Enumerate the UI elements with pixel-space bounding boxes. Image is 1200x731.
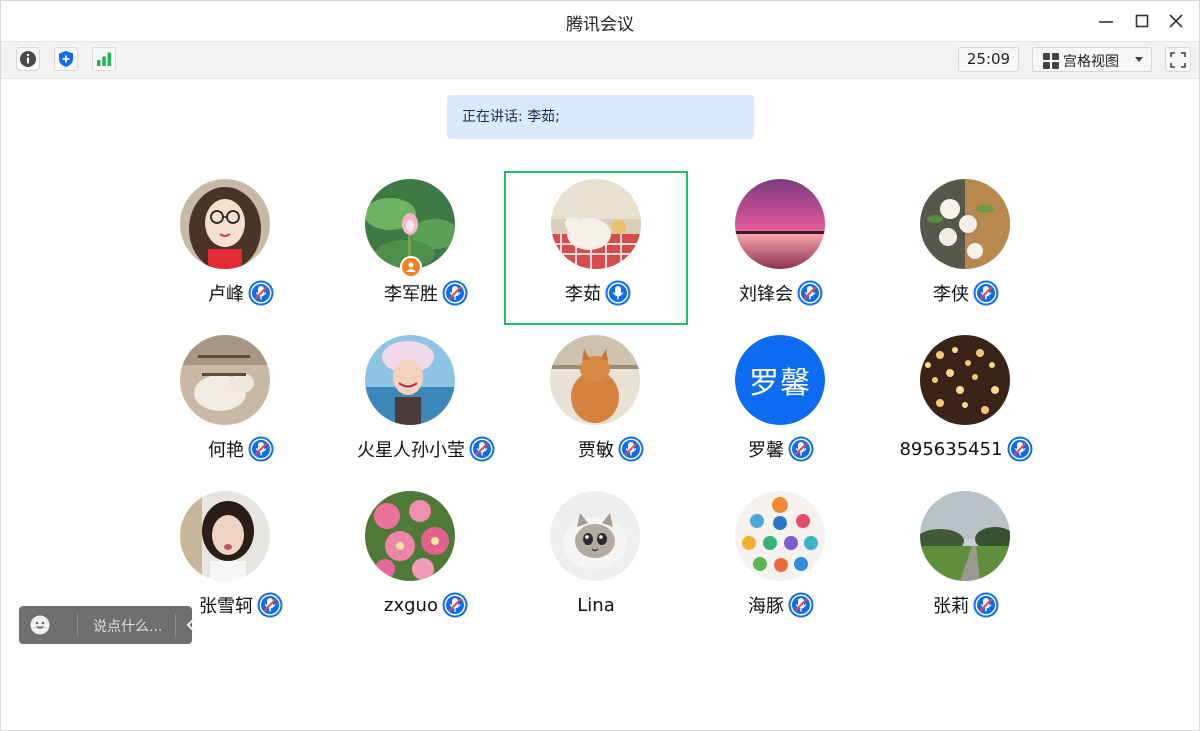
participant-tile[interactable]: 刘锋会 xyxy=(689,171,873,325)
participant-name: 张莉 xyxy=(933,596,969,617)
participant-name: 海豚 xyxy=(748,596,784,617)
mic-muted-icon[interactable] xyxy=(973,280,999,306)
info-icon xyxy=(20,51,36,67)
participant-name: 贾敏 xyxy=(578,440,614,461)
participant-tile[interactable]: 贾敏 xyxy=(519,327,703,481)
participant-name: 895635451 xyxy=(899,438,1003,460)
chat-input[interactable]: 说点什么... xyxy=(93,616,162,636)
participant-tile[interactable]: 罗馨 罗馨 xyxy=(689,327,873,481)
participant-tile[interactable]: zxguo xyxy=(334,483,518,637)
network-status-button[interactable] xyxy=(92,47,116,71)
mic-muted-icon[interactable] xyxy=(973,592,999,618)
mic-muted-icon[interactable] xyxy=(442,592,468,618)
mic-muted-icon[interactable] xyxy=(248,280,274,306)
mic-muted-icon[interactable] xyxy=(788,436,814,462)
participant-tile-speaking[interactable]: 李茹 xyxy=(504,171,688,325)
meeting-info-button[interactable] xyxy=(16,47,40,71)
avatar xyxy=(180,491,270,581)
participant-name: 李军胜 xyxy=(384,284,438,305)
speaking-indicator: 正在讲话: 李茹; xyxy=(447,95,754,139)
close-icon xyxy=(1169,14,1183,28)
window-title: 腾讯会议 xyxy=(566,15,634,35)
meeting-window: 腾讯会议 25:09 宫格视图 正在讲话: 李茹; 卢峰 李军胜 李茹 刘锋会 … xyxy=(0,0,1200,731)
security-button[interactable] xyxy=(54,47,78,71)
meeting-toolbar: 25:09 宫格视图 xyxy=(1,41,1199,79)
avatar xyxy=(735,491,825,581)
participant-tile[interactable]: 张莉 xyxy=(874,483,1058,637)
avatar xyxy=(735,179,825,269)
mic-muted-icon[interactable] xyxy=(442,280,468,306)
participant-tile[interactable]: 李军胜 xyxy=(334,171,518,325)
avatar xyxy=(551,179,641,269)
participant-name: 李茹 xyxy=(565,284,601,305)
shield-plus-icon xyxy=(59,51,73,67)
fullscreen-button[interactable] xyxy=(1165,47,1191,72)
emoji-icon[interactable] xyxy=(30,615,50,635)
view-mode-dropdown[interactable]: 宫格视图 xyxy=(1032,47,1152,72)
avatar xyxy=(550,335,640,425)
participant-tile[interactable]: 李侠 xyxy=(874,171,1058,325)
fullscreen-icon xyxy=(1170,51,1186,68)
divider xyxy=(77,614,78,636)
avatar xyxy=(920,179,1010,269)
minimize-button[interactable] xyxy=(1094,9,1118,33)
mic-muted-icon[interactable] xyxy=(788,592,814,618)
avatar xyxy=(550,491,640,581)
participant-name: 何艳 xyxy=(208,440,244,461)
participant-name: 火星人孙小莹 xyxy=(357,440,465,461)
maximize-button[interactable] xyxy=(1130,9,1154,33)
mic-muted-icon[interactable] xyxy=(797,280,823,306)
mic-muted-icon[interactable] xyxy=(248,436,274,462)
signal-bars-icon xyxy=(97,52,112,66)
divider xyxy=(175,614,176,636)
participant-name: 张雪轲 xyxy=(199,596,253,617)
avatar-initials: 罗馨 xyxy=(735,335,825,425)
chat-bar[interactable]: 说点什么... xyxy=(19,606,195,644)
participant-tile[interactable]: 海豚 xyxy=(689,483,873,637)
avatar xyxy=(180,179,270,269)
grid-view-icon xyxy=(1043,53,1059,69)
meeting-timer: 25:09 xyxy=(958,47,1019,72)
participant-name: 卢峰 xyxy=(208,284,244,305)
mic-active-icon[interactable] xyxy=(605,280,631,306)
participant-name: 刘锋会 xyxy=(739,284,793,305)
avatar xyxy=(365,335,455,425)
participant-tile[interactable]: 卢峰 xyxy=(149,171,333,325)
participant-tile[interactable]: 何艳 xyxy=(149,327,333,481)
host-icon xyxy=(406,262,416,272)
chevron-left-icon[interactable] xyxy=(183,617,199,633)
avatar xyxy=(920,491,1010,581)
avatar xyxy=(365,491,455,581)
mic-muted-icon[interactable] xyxy=(618,436,644,462)
mic-muted-icon[interactable] xyxy=(257,592,283,618)
view-mode-label: 宫格视图 xyxy=(1063,54,1119,70)
chevron-down-icon xyxy=(1135,57,1143,62)
host-badge xyxy=(400,256,422,278)
participant-tile[interactable]: 火星人孙小莹 xyxy=(334,327,518,481)
participant-name: 罗馨 xyxy=(748,440,784,461)
maximize-icon xyxy=(1135,14,1149,28)
participant-tile[interactable]: 895635451 xyxy=(874,327,1058,481)
title-bar: 腾讯会议 xyxy=(1,1,1199,41)
avatar xyxy=(180,335,270,425)
minimize-icon xyxy=(1099,21,1113,23)
participant-tile[interactable]: Lina xyxy=(504,483,688,637)
participant-name: zxguo xyxy=(384,594,438,616)
mic-muted-icon[interactable] xyxy=(1007,436,1033,462)
participant-name: Lina xyxy=(577,594,615,616)
mic-muted-icon[interactable] xyxy=(469,436,495,462)
close-button[interactable] xyxy=(1164,9,1188,33)
participant-name: 李侠 xyxy=(933,284,969,305)
avatar xyxy=(920,335,1010,425)
